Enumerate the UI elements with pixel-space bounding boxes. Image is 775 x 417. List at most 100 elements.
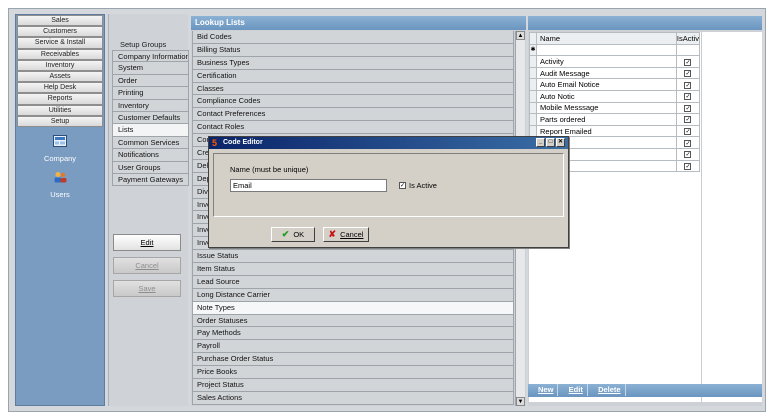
isactive-checkbox[interactable]: ✓ (684, 81, 692, 89)
lookup-item[interactable]: Certification (192, 69, 514, 83)
lookup-item[interactable]: Purchase Order Status (192, 353, 514, 367)
table-row[interactable]: Auto Email Notice ✓ (529, 78, 701, 91)
nav-item-reports[interactable]: Reports (17, 93, 103, 105)
lookup-item[interactable]: Classes (192, 82, 514, 96)
dialog-body: Name (must be unique) ✓ Is Active (213, 153, 564, 217)
lookup-item[interactable]: Price Books (192, 366, 514, 380)
delete-button[interactable]: Delete (594, 384, 626, 396)
lookup-item[interactable]: Compliance Codes (192, 95, 514, 109)
lookup-item[interactable]: Item Status (192, 263, 514, 276)
setup-group-inventory[interactable]: Inventory (112, 99, 189, 112)
name-cell[interactable]: Parts ordered (536, 113, 677, 126)
isactive-cell[interactable]: ✓ (675, 147, 701, 161)
lookup-item[interactable]: Payroll (192, 340, 514, 354)
column-header-name[interactable]: Name (536, 32, 677, 45)
setup-group-order[interactable]: Order (112, 74, 189, 88)
save-button[interactable]: Save (113, 280, 181, 297)
isactive-checkbox[interactable]: ✓ (684, 116, 692, 124)
name-input[interactable] (230, 179, 387, 192)
lookup-item[interactable]: Issue Status (192, 250, 514, 264)
lookup-item[interactable]: Long Distance Carrier (192, 288, 514, 302)
grid-edit-button[interactable]: Edit (565, 384, 588, 396)
setup-group-company-information[interactable]: Company Information (112, 50, 189, 63)
isactive-checkbox[interactable]: ✓ (684, 151, 692, 159)
setup-group-lists[interactable]: Lists (112, 124, 189, 137)
save-button-label: Save (138, 284, 156, 293)
lookup-item[interactable]: Order Statuses (192, 314, 514, 328)
lookup-item[interactable]: Sales Actions (192, 391, 514, 405)
lookup-item[interactable]: Contact Preferences (192, 108, 514, 122)
new-row-name-cell[interactable] (536, 43, 677, 57)
isactive-checkbox[interactable]: ✓ (684, 162, 692, 170)
dialog-titlebar[interactable]: 5 Code Editor _ □ ✕ (209, 137, 568, 149)
isactive-cell[interactable]: ✓ (675, 55, 701, 68)
minimize-icon[interactable]: _ (536, 138, 545, 147)
isactive-checkbox[interactable]: ✓ (684, 58, 692, 66)
isactive-cell[interactable]: ✓ (675, 89, 701, 103)
ok-button[interactable]: ✔ OK (271, 227, 315, 242)
setup-group-customer-defaults[interactable]: Customer Defaults (112, 111, 189, 125)
nav-item-sales[interactable]: Sales (17, 15, 103, 27)
name-cell[interactable]: Mobile Messsage (536, 101, 677, 115)
name-cell[interactable]: Audit Message (536, 66, 677, 80)
isactive-cell[interactable]: ✓ (675, 159, 701, 173)
name-cell[interactable]: Auto Notic (536, 89, 677, 103)
setup-group-payment-gateways[interactable]: Payment Gateways (112, 173, 189, 187)
nav-item-setup[interactable]: Setup (17, 115, 103, 127)
dialog-cancel-button[interactable]: ✘ Cancel (323, 227, 369, 242)
scroll-down-icon[interactable]: ▼ (516, 397, 525, 406)
isactive-cell[interactable]: ✓ (675, 113, 701, 126)
lookup-item[interactable]: Bid Codes (192, 31, 514, 44)
edit-button[interactable]: Edit (113, 234, 181, 251)
new-row[interactable]: ✱ (529, 43, 701, 57)
table-row[interactable]: Auto Notic ✓ (529, 89, 701, 103)
close-icon[interactable]: ✕ (556, 138, 565, 147)
nav-company[interactable]: Company (16, 134, 104, 163)
isactive-cell[interactable]: ✓ (675, 101, 701, 115)
nav-item-help-desk[interactable]: Help Desk (17, 82, 103, 94)
lookup-item[interactable]: Pay Methods (192, 327, 514, 341)
nav-item-inventory[interactable]: Inventory (17, 59, 103, 71)
table-row[interactable]: Mobile Messsage ✓ (529, 101, 701, 115)
name-cell[interactable]: Auto Email Notice (536, 78, 677, 91)
table-row[interactable]: Audit Message ✓ (529, 66, 701, 80)
new-button[interactable]: New (534, 384, 559, 396)
setup-group-printing[interactable]: Printing (112, 87, 189, 100)
nav-item-service-install[interactable]: Service & Install (17, 37, 103, 49)
nav-item-assets[interactable]: Assets (17, 70, 103, 83)
cancel-button[interactable]: Cancel (113, 257, 181, 274)
table-row[interactable]: Parts ordered ✓ (529, 113, 701, 126)
isactive-cell[interactable]: ✓ (675, 78, 701, 91)
setup-group-common-services[interactable]: Common Services (112, 136, 189, 150)
table-row[interactable]: Activity ✓ (529, 55, 701, 68)
lookup-item[interactable]: Billing Status (192, 43, 514, 57)
isactive-checkbox[interactable]: ✓ (684, 128, 692, 136)
isactive-cell[interactable]: ✓ (675, 66, 701, 80)
isactive-cell[interactable]: ✓ (675, 124, 701, 138)
setup-groups-panel: Setup Groups Company Information System Or… (108, 14, 189, 406)
isactive-cell[interactable]: ✓ (675, 136, 701, 149)
nav-item-customers[interactable]: Customers (17, 26, 103, 38)
maximize-icon[interactable]: □ (546, 138, 555, 147)
name-cell[interactable]: Activity (536, 55, 677, 68)
lookup-item[interactable]: Note Types (192, 301, 514, 315)
setup-group-notifications[interactable]: Notifications (112, 149, 189, 162)
row-indicator (529, 113, 537, 126)
lookup-item[interactable]: Project Status (192, 379, 514, 392)
nav-item-receivables[interactable]: Receivables (17, 48, 103, 60)
new-row-active-cell[interactable] (675, 43, 701, 57)
setup-group-user-groups[interactable]: User Groups (112, 161, 189, 174)
scroll-up-icon[interactable]: ▲ (516, 31, 525, 40)
nav-users[interactable]: Users (16, 171, 104, 199)
isactive-checkbox[interactable]: ✓ (684, 139, 692, 147)
isactive-checkbox[interactable]: ✓ (684, 70, 692, 78)
column-header-isactive[interactable]: IsActiv (675, 32, 701, 45)
nav-item-utilities[interactable]: Utilities (17, 104, 103, 116)
lookup-item[interactable]: Contact Roles (192, 121, 514, 135)
isactive-checkbox[interactable]: ✓ (684, 104, 692, 112)
isactive-checkbox[interactable]: ✓ (684, 93, 692, 101)
lookup-item[interactable]: Business Types (192, 56, 514, 70)
is-active-checkbox[interactable]: ✓ Is Active (399, 181, 437, 190)
setup-group-system[interactable]: System (112, 62, 189, 75)
lookup-item[interactable]: Lead Source (192, 275, 514, 289)
